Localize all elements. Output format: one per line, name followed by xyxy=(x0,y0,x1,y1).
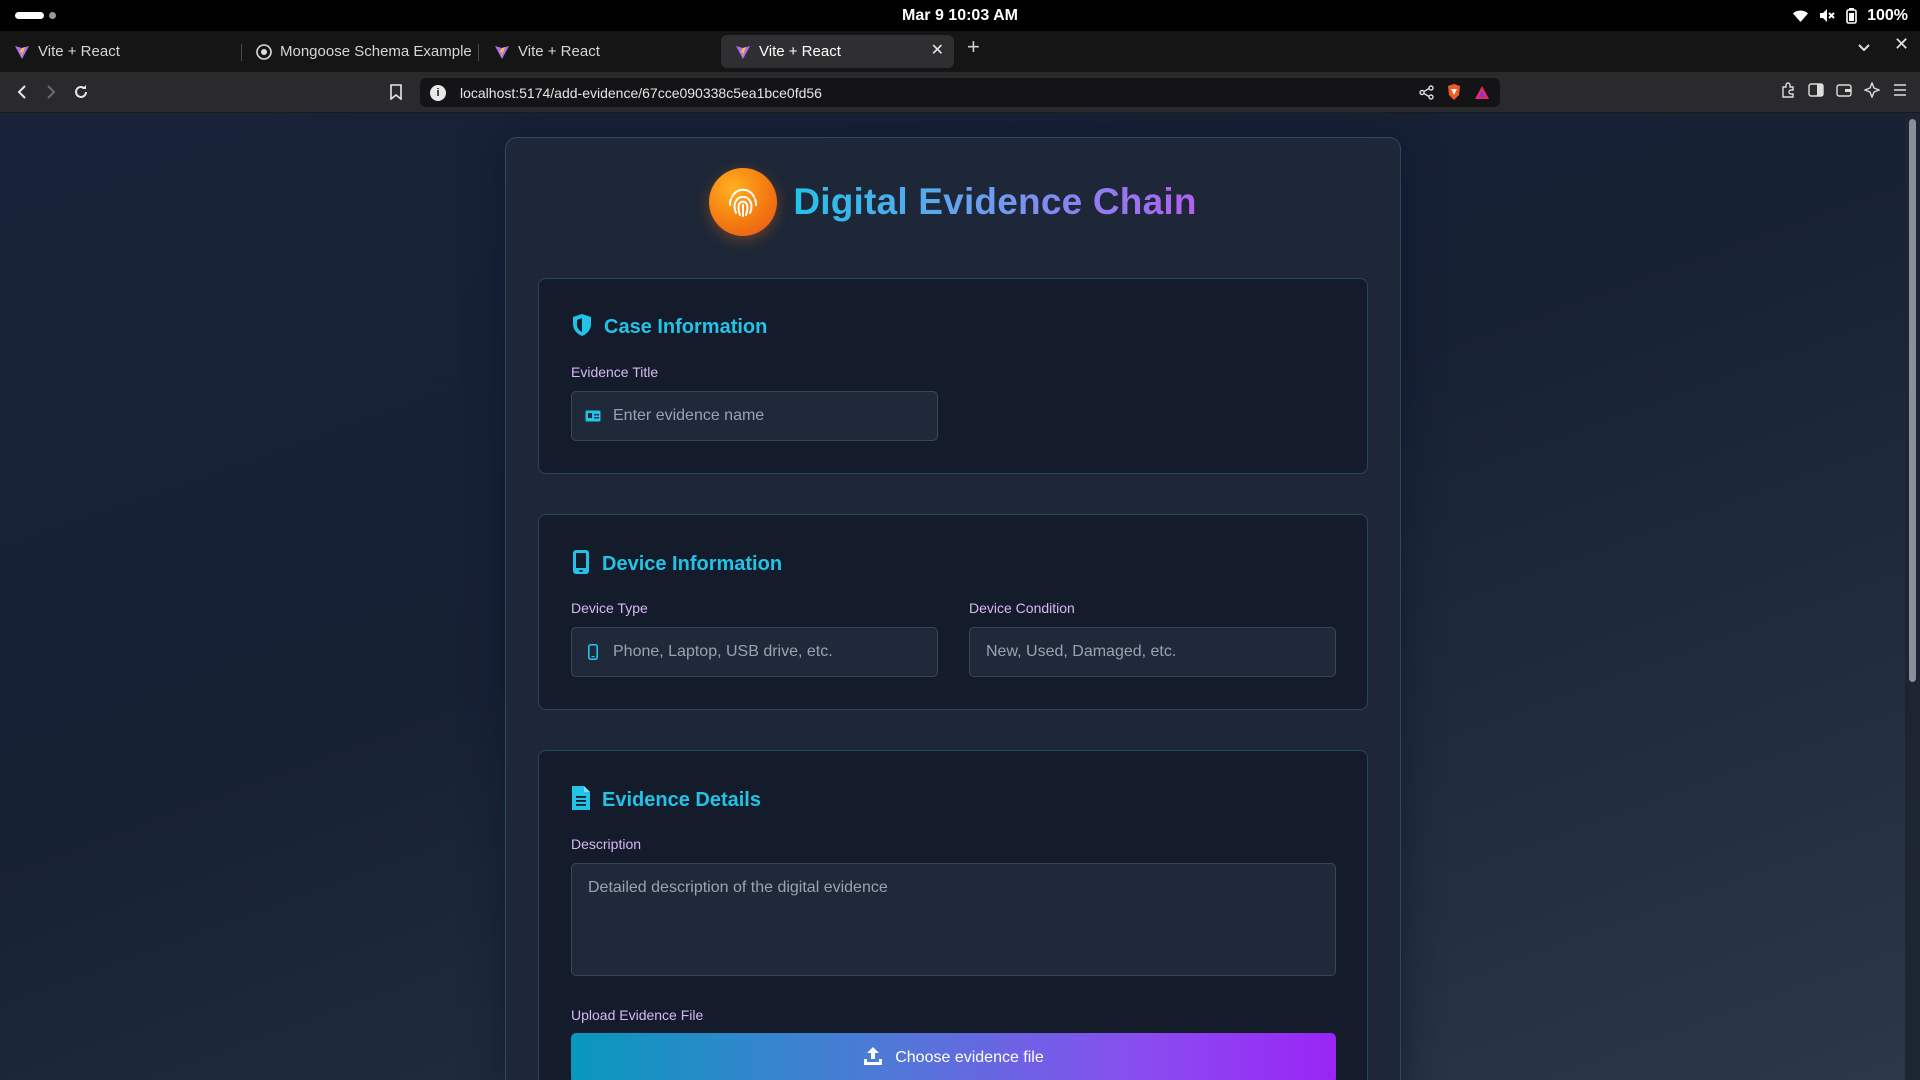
system-tray[interactable]: 100% xyxy=(1792,0,1908,31)
github-icon xyxy=(256,43,272,60)
share-icon[interactable] xyxy=(1419,84,1434,105)
page-viewport: Digital Evidence Chain Case Information … xyxy=(0,113,1905,1080)
fingerprint-icon xyxy=(709,168,778,236)
section-heading: Device Information xyxy=(602,553,783,575)
battery-icon xyxy=(1846,7,1857,24)
browser-tab-strip: Vite + React Mongoose Schema Example Vit… xyxy=(0,31,1920,72)
tab-title: Vite + React xyxy=(759,43,841,60)
upload-icon xyxy=(863,1046,883,1071)
shield-icon xyxy=(571,313,593,342)
device-type-label: Device Type xyxy=(571,600,648,616)
battery-percentage: 100% xyxy=(1867,6,1908,24)
description-placeholder: Detailed description of the digital evid… xyxy=(588,879,888,896)
device-type-placeholder: Phone, Laptop, USB drive, etc. xyxy=(613,643,833,660)
brave-rewards-icon[interactable] xyxy=(1474,85,1490,105)
new-tab-button[interactable]: + xyxy=(967,35,980,59)
device-type-input[interactable]: Phone, Laptop, USB drive, etc. xyxy=(571,627,938,677)
document-icon xyxy=(571,785,591,816)
upload-button-label: Choose evidence file xyxy=(895,1049,1044,1066)
system-clock[interactable]: Mar 9 10:03 AM xyxy=(0,0,1920,31)
vite-logo-icon xyxy=(495,45,509,59)
extensions-icon[interactable] xyxy=(1780,82,1796,103)
vite-logo-icon xyxy=(15,45,29,59)
description-textarea[interactable]: Detailed description of the digital evid… xyxy=(571,863,1336,976)
device-condition-placeholder: New, Used, Damaged, etc. xyxy=(986,643,1177,660)
close-window-icon[interactable]: ✕ xyxy=(1894,34,1909,55)
mobile-icon xyxy=(585,644,601,660)
browser-tab[interactable]: Vite + React xyxy=(0,35,236,68)
device-condition-input[interactable]: New, Used, Damaged, etc. xyxy=(969,627,1336,677)
app-header: Digital Evidence Chain xyxy=(506,168,1400,236)
tab-title: Vite + React xyxy=(38,43,120,60)
close-tab-icon[interactable]: ✕ xyxy=(931,43,944,59)
url-text[interactable]: localhost:5174/add-evidence/67cce090338c… xyxy=(460,85,822,101)
description-label: Description xyxy=(571,836,642,852)
tab-title: Mongoose Schema Example xyxy=(280,43,472,60)
device-condition-label: Device Condition xyxy=(969,600,1075,616)
evidence-title-input[interactable]: Enter evidence name xyxy=(571,391,938,441)
forward-button[interactable] xyxy=(40,81,62,103)
back-button[interactable] xyxy=(11,81,33,103)
scrollbar-thumb[interactable] xyxy=(1909,119,1916,682)
page-scrollbar[interactable] xyxy=(1905,113,1920,1080)
evidence-form-card: Digital Evidence Chain Case Information … xyxy=(505,137,1401,1080)
phone-icon xyxy=(571,549,591,580)
case-information-section: Case Information Evidence Title Enter ev… xyxy=(538,278,1368,474)
id-card-icon xyxy=(585,408,601,424)
tab-list-chevron-icon[interactable] xyxy=(1857,37,1871,58)
section-heading: Case Information xyxy=(604,316,768,338)
address-bar[interactable]: i localhost:5174/add-evidence/67cce09033… xyxy=(420,78,1500,107)
evidence-title-placeholder: Enter evidence name xyxy=(613,407,765,424)
reload-button[interactable] xyxy=(70,81,92,103)
app-title: Digital Evidence Chain xyxy=(793,181,1197,222)
browser-tab[interactable]: Vite + React xyxy=(480,35,712,68)
choose-evidence-file-button[interactable]: Choose evidence file xyxy=(571,1033,1336,1080)
brave-shields-icon[interactable] xyxy=(1446,83,1462,106)
sidebar-toggle-icon[interactable] xyxy=(1808,82,1824,103)
system-top-bar: Mar 9 10:03 AM 100% xyxy=(0,0,1920,31)
tab-title: Vite + React xyxy=(518,43,600,60)
evidence-title-label: Evidence Title xyxy=(571,364,659,380)
browser-tab[interactable]: Mongoose Schema Example xyxy=(242,35,472,68)
wallet-icon[interactable] xyxy=(1836,82,1852,103)
section-heading: Evidence Details xyxy=(602,789,761,811)
evidence-details-section: Evidence Details Description Detailed de… xyxy=(538,750,1368,1080)
volume-muted-icon xyxy=(1819,8,1836,23)
upload-evidence-label: Upload Evidence File xyxy=(571,1007,704,1023)
device-information-section: Device Information Device Type Phone, La… xyxy=(538,514,1368,710)
vite-logo-icon xyxy=(736,45,750,59)
site-info-icon[interactable]: i xyxy=(430,84,446,101)
browser-toolbar: i localhost:5174/add-evidence/67cce09033… xyxy=(0,72,1920,113)
browser-tab-active[interactable]: Vite + React ✕ xyxy=(721,35,954,68)
menu-icon[interactable] xyxy=(1892,82,1908,103)
wifi-icon xyxy=(1792,9,1809,23)
leo-ai-icon[interactable] xyxy=(1863,81,1881,103)
bookmark-icon[interactable] xyxy=(385,81,407,103)
